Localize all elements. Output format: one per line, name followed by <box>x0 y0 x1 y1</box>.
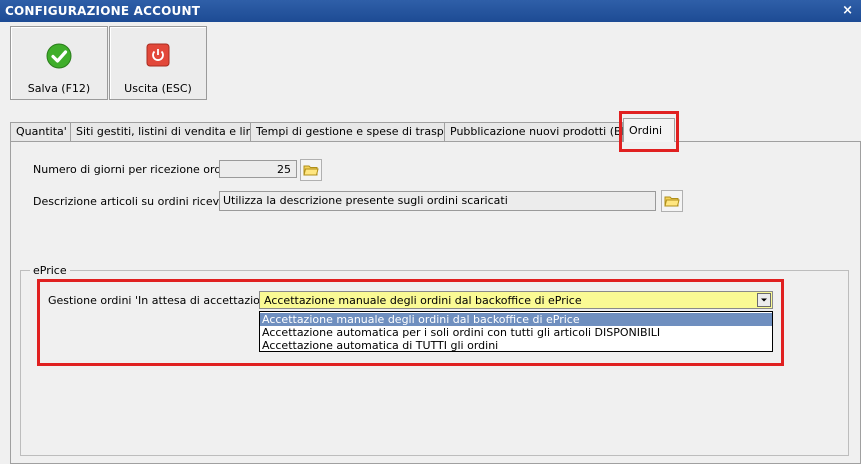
days-folder-button[interactable] <box>300 159 322 181</box>
folder-icon <box>303 162 319 181</box>
tab-label: Tempi di gestione e spese di trasporto <box>256 125 467 138</box>
dropdown-option[interactable]: Accettazione automatica di TUTTI gli ord… <box>260 339 772 352</box>
tab-ordini[interactable]: Ordini <box>623 118 675 142</box>
description-field[interactable]: Utilizza la descrizione presente sugli o… <box>219 191 656 211</box>
description-label: Descrizione articoli su ordini ricevuti … <box>33 195 241 208</box>
tab-tempi-gestione[interactable]: Tempi di gestione e spese di trasporto <box>250 122 466 141</box>
days-field[interactable]: 25 <box>219 160 297 178</box>
tab-label: Ordini <box>629 124 663 137</box>
close-icon[interactable]: × <box>842 3 853 18</box>
save-button-label: Salva (F12) <box>27 82 91 95</box>
days-value: 25 <box>277 163 291 176</box>
exit-button[interactable]: Uscita (ESC) <box>109 26 207 100</box>
save-button[interactable]: Salva (F12) <box>10 26 108 100</box>
folder-icon <box>664 193 680 212</box>
tab-siti-gestiti[interactable]: Siti gestiti, listini di vendita e lingu… <box>70 122 273 141</box>
pending-orders-select[interactable]: Accettazione manuale degli ordini dal ba… <box>259 291 773 309</box>
description-folder-button[interactable] <box>661 190 683 212</box>
description-value: Utilizza la descrizione presente sugli o… <box>223 194 508 207</box>
tab-label: Quantita' <box>16 125 67 138</box>
exit-button-label: Uscita (ESC) <box>124 82 192 95</box>
tab-quantita[interactable]: Quantita' <box>10 122 71 141</box>
chevron-down-icon[interactable] <box>757 293 771 307</box>
window-title: CONFIGURAZIONE ACCOUNT <box>5 4 201 18</box>
power-icon <box>146 43 170 70</box>
pending-orders-label: Gestione ordini 'In attesa di accettazio… <box>48 294 284 307</box>
tab-pubblicazione[interactable]: Pubblicazione nuovi prodotti (BETA) <box>444 122 646 141</box>
pending-orders-selected: Accettazione manuale degli ordini dal ba… <box>264 294 582 307</box>
checkmark-icon <box>46 43 72 72</box>
title-bar: CONFIGURAZIONE ACCOUNT × <box>0 0 861 22</box>
dropdown-option[interactable]: Accettazione automatica per i soli ordin… <box>260 326 772 339</box>
tab-label: Siti gestiti, listini di vendita e lingu… <box>76 125 274 138</box>
tab-label: Pubblicazione nuovi prodotti (BETA) <box>450 125 647 138</box>
eprice-group-title: ePrice <box>30 264 70 277</box>
days-label: Numero di giorni per ricezione ordini : <box>33 163 242 176</box>
dropdown-option[interactable]: Accettazione manuale degli ordini dal ba… <box>260 313 772 326</box>
pending-orders-dropdown: Accettazione manuale degli ordini dal ba… <box>259 311 773 352</box>
